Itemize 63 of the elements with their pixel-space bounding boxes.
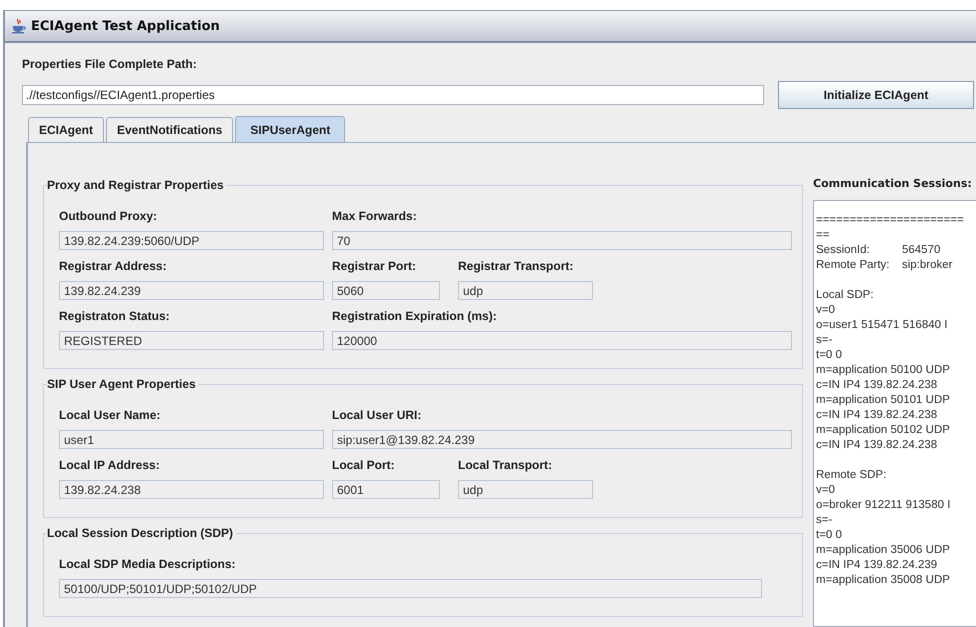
log-line: m=application 50100 UDP [816,364,950,376]
sessions-label: Communication Sessions: [813,177,973,190]
text-field[interactable]: 50100/UDP;50101/UDP;50102/UDP [59,579,762,598]
text-field[interactable]: 120000 [332,331,792,350]
log-line: m=application 35006 UDP [816,544,950,556]
field-label: Local Port: [332,458,396,472]
text-field[interactable]: sip:user1@139.82.24.239 [332,430,792,449]
log-line: c=IN IP4 139.82.24.238 [816,379,938,391]
log-line: Remote SDP: [816,469,886,481]
group-title: Local Session Description (SDP) [47,526,236,540]
text-field[interactable]: REGISTERED [59,331,324,350]
field-label: Registraton Status: [59,309,171,323]
initialize-button[interactable]: Initialize ECIAgent [778,81,974,109]
log-key: SessionId: [816,243,902,258]
text-field[interactable]: 6001 [332,480,440,499]
field-label: Local User Name: [59,408,162,422]
log-line: ====================== [816,214,964,226]
text-field[interactable]: udp [458,281,593,300]
text-field[interactable]: 139.82.24.238 [59,480,324,499]
log-line: t=0 0 [816,529,842,541]
text-field[interactable]: 5060 [332,281,440,300]
log-line: v=0 [816,304,835,316]
field-label: Registrar Address: [59,259,168,273]
log-line: s=- [816,514,832,526]
tab[interactable]: SIPUserAgent [235,116,346,142]
log-line: m=application 35008 UDP [816,574,950,586]
window-title: ECIAgent Test Application [31,18,220,34]
field-label: Registrar Port: [332,259,418,273]
text-field[interactable]: 139.82.24.239 [59,281,324,300]
field-label: Local User URI: [332,408,422,422]
log-line: t=0 0 [816,349,842,361]
text-field[interactable]: 139.82.24.239:5060/UDP [59,231,324,250]
path-field[interactable]: .//testconfigs//ECIAgent1.properties [22,85,764,105]
log-line: m=application 50102 UDP [816,424,950,436]
log-line: c=IN IP4 139.82.24.238 [816,409,938,421]
log-line: == [816,229,830,241]
group-title: SIP User Agent Properties [47,377,199,391]
field-label: Registration Expiration (ms): [332,309,498,323]
coffee-cup-icon [11,18,27,34]
log-line: c=IN IP4 139.82.24.239 [816,559,938,571]
log-value: sip:broker [902,259,952,271]
tab[interactable]: ECIAgent [28,117,104,142]
field-label: Registrar Transport: [458,259,574,273]
field-label: Local Transport: [458,458,554,472]
field-label: Local SDP Media Descriptions: [59,557,236,571]
field-label: Local IP Address: [59,458,161,472]
group-title: Proxy and Registrar Properties [47,178,227,192]
log-line: o=user1 515471 516840 I [816,319,948,331]
text-field[interactable]: udp [458,480,593,499]
text-field[interactable]: user1 [59,430,324,449]
log-value: 564570 [902,244,940,256]
log-line: o=broker 912211 913580 I [816,499,950,511]
log-line: c=IN IP4 139.82.24.238 [816,439,938,451]
field-label: Outbound Proxy: [59,209,158,223]
log-line: s=- [816,334,832,346]
field-label: Max Forwards: [332,209,418,223]
path-label: Properties File Complete Path: [22,57,198,71]
log-line: m=application 50101 UDP [816,394,950,406]
tab[interactable]: EventNotifications [106,117,234,142]
text-field[interactable]: 70 [332,231,792,250]
log-line: v=0 [816,484,835,496]
log-key: Remote Party: [816,258,902,273]
log-line: Local SDP: [816,289,874,301]
